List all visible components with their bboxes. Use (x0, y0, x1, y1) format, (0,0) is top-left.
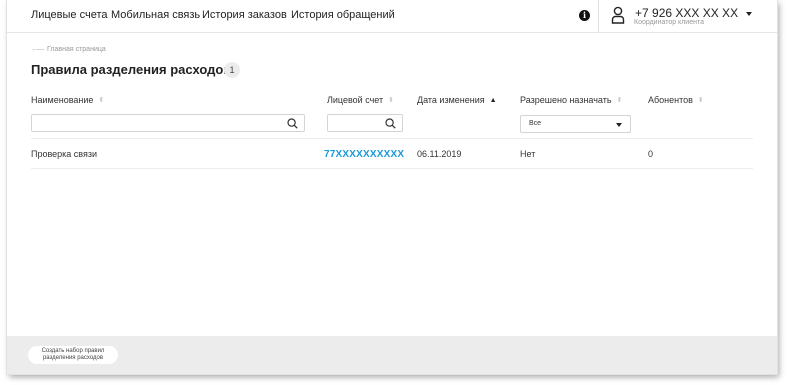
cell-date: 06.11.2019 (417, 149, 462, 159)
column-header-date[interactable]: Дата изменения ▲ (417, 95, 497, 105)
sort-icon[interactable]: ⬍ (698, 96, 704, 104)
footer-bar: Создать набор правил разделения расходов (7, 336, 777, 374)
nav-item-requests-history[interactable]: История обращений (291, 9, 395, 21)
count-badge: 1 (224, 62, 240, 78)
page-title: Правила разделения расходов (31, 62, 232, 77)
name-filter-input[interactable] (32, 117, 288, 133)
nav-item-orders-history[interactable]: История заказов (202, 9, 287, 21)
divider (31, 138, 753, 139)
account-filter-input[interactable] (328, 117, 386, 133)
account-filter-field[interactable] (327, 114, 403, 133)
create-rules-button[interactable]: Создать набор правил разделения расходов (28, 346, 118, 364)
cell-subscribers: 0 (648, 149, 654, 159)
sort-up-icon[interactable]: ▲ (490, 97, 497, 104)
column-header-account[interactable]: Лицевой счет ⬍ (327, 95, 394, 105)
user-role: Координатор клиента (634, 19, 704, 26)
user-icon (611, 6, 625, 24)
info-icon[interactable]: i (579, 10, 590, 21)
nav-divider (598, 0, 599, 32)
cell-account-link[interactable]: 77XXXXXXXXXX (324, 149, 404, 160)
select-value: Все (529, 120, 542, 127)
sort-icon[interactable]: ⬍ (617, 96, 623, 104)
arrow-left-icon: ←— (31, 46, 44, 53)
column-header-allowed[interactable]: Разрешено назначать ⬍ (520, 95, 622, 105)
cell-allowed: Нет (520, 149, 536, 159)
nav-item-accounts[interactable]: Лицевые счета (31, 9, 107, 21)
column-header-subscribers[interactable]: Абонентов ⬍ (648, 95, 704, 105)
nav-item-mobile[interactable]: Мобильная связь (111, 9, 200, 21)
search-icon[interactable] (385, 118, 396, 129)
search-icon[interactable] (287, 118, 298, 129)
breadcrumb-home[interactable]: Главная страница (47, 46, 106, 53)
chevron-down-icon[interactable] (746, 12, 752, 16)
sort-icon[interactable]: ⬍ (388, 96, 394, 104)
sort-icon[interactable]: ⬍ (98, 96, 104, 104)
chevron-down-icon[interactable] (616, 123, 622, 127)
user-phone[interactable]: +7 926 XXX XX XX (635, 6, 738, 20)
breadcrumb[interactable]: ←— Главная страница (31, 46, 106, 53)
divider (31, 168, 753, 169)
top-navigation: Лицевые счета Мобильная связь История за… (7, 0, 777, 33)
cell-name: Проверка связи (31, 149, 98, 159)
name-filter-field[interactable] (31, 114, 305, 133)
app-window: Лицевые счета Мобильная связь История за… (7, 0, 777, 374)
allowed-filter-select[interactable]: Все (520, 115, 631, 133)
column-header-name[interactable]: Наименование ⬍ (31, 95, 104, 105)
